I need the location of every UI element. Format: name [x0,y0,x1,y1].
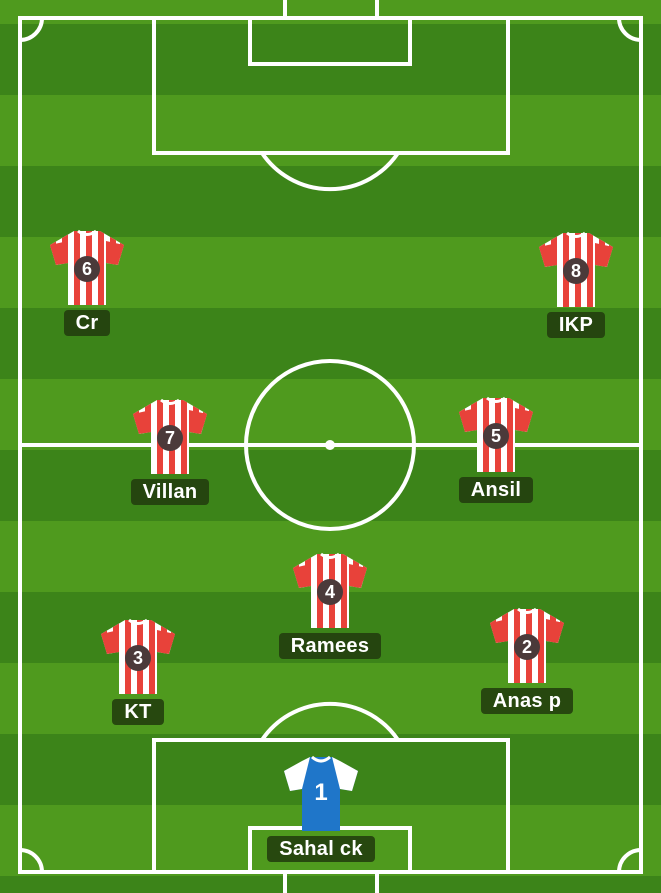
player-8-ikp[interactable]: 8 IKP [511,231,641,338]
jersey-number: 3 [125,645,151,671]
player-1-sahal-ck[interactable]: 1 Sahal ck [256,755,386,862]
player-3-kt[interactable]: 3 KT [73,618,203,725]
player-name-label: KT [112,699,164,725]
player-name-label: IKP [546,312,606,338]
player-name-label: Sahal ck [267,836,375,862]
player-name-label: Anas p [480,688,574,714]
player-name-label: Cr [63,310,111,336]
jersey-number: 5 [483,423,509,449]
player-4-ramees[interactable]: 4 Ramees [265,552,395,659]
jersey-number: 8 [563,258,589,284]
player-6-cr[interactable]: 6 Cr [22,229,152,336]
jersey-number: 6 [74,256,100,282]
center-spot [325,440,335,450]
player-7-villan[interactable]: 7 Villan [105,398,235,505]
jersey-number: 2 [514,634,540,660]
player-name-label: Ramees [278,633,382,659]
player-2-anas-p[interactable]: 2 Anas p [462,607,592,714]
jersey-number: 4 [317,579,343,605]
jersey-number: 7 [157,425,183,451]
player-name-label: Ansil [458,477,534,503]
player-5-ansil[interactable]: 5 Ansil [431,396,561,503]
player-name-label: Villan [130,479,210,505]
jersey-number: 1 [314,779,328,806]
